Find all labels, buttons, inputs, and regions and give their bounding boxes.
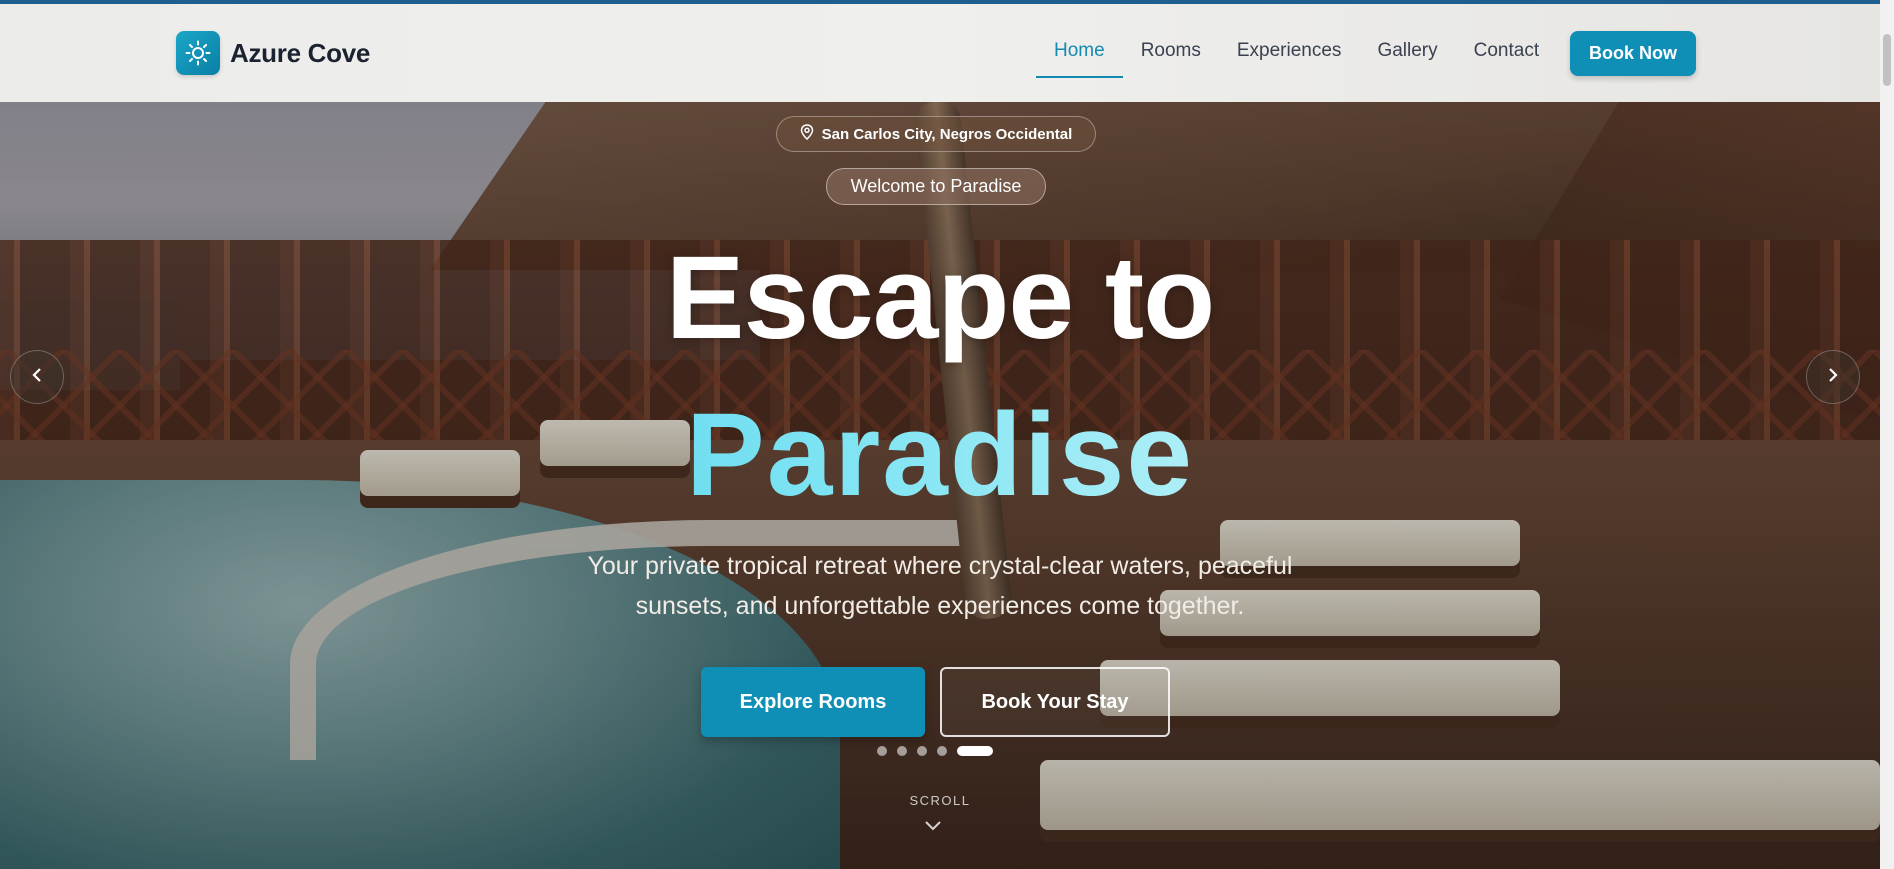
brand-logo[interactable]: Azure Cove (176, 31, 370, 75)
book-your-stay-button[interactable]: Book Your Stay (940, 667, 1170, 737)
scrollbar-thumb[interactable] (1883, 34, 1891, 86)
scroll-label: SCROLL (909, 793, 971, 808)
hero-title-line1: Escape to (665, 232, 1215, 364)
location-badge: San Carlos City, Negros Occidental (776, 116, 1096, 152)
welcome-badge: Welcome to Paradise (826, 168, 1046, 205)
nav-contact[interactable]: Contact (1456, 39, 1557, 79)
prev-slide-button[interactable] (10, 350, 64, 404)
slide-indicators (877, 746, 993, 756)
explore-rooms-button[interactable]: Explore Rooms (701, 667, 925, 737)
next-slide-button[interactable] (1806, 350, 1860, 404)
slide-dot-3[interactable] (917, 746, 927, 756)
slide-dot-5-active[interactable] (957, 746, 993, 756)
main-nav: Home Rooms Experiences Gallery Contact (1036, 39, 1557, 79)
nav-rooms[interactable]: Rooms (1123, 39, 1219, 79)
nav-home[interactable]: Home (1036, 39, 1123, 79)
chevron-left-icon (30, 366, 44, 389)
top-accent-strip (0, 0, 1894, 4)
chevron-right-icon (1826, 366, 1840, 389)
chevron-down-icon[interactable] (924, 818, 942, 836)
site-header: Azure Cove Home Rooms Experiences Galler… (0, 4, 1880, 102)
book-now-button[interactable]: Book Now (1570, 31, 1696, 76)
page-scrollbar[interactable] (1880, 0, 1894, 869)
hero-subtitle: Your private tropical retreat where crys… (587, 552, 1293, 620)
map-pin-icon (800, 124, 814, 144)
brand-name: Azure Cove (230, 37, 371, 68)
sun-icon (176, 31, 220, 75)
nav-experiences[interactable]: Experiences (1219, 39, 1360, 79)
slide-dot-4[interactable] (937, 746, 947, 756)
hero-title-line2: Paradise (0, 390, 1880, 520)
slide-dot-2[interactable] (897, 746, 907, 756)
slide-dot-1[interactable] (877, 746, 887, 756)
nav-gallery[interactable]: Gallery (1359, 39, 1455, 79)
location-text: San Carlos City, Negros Occidental (821, 125, 1073, 143)
